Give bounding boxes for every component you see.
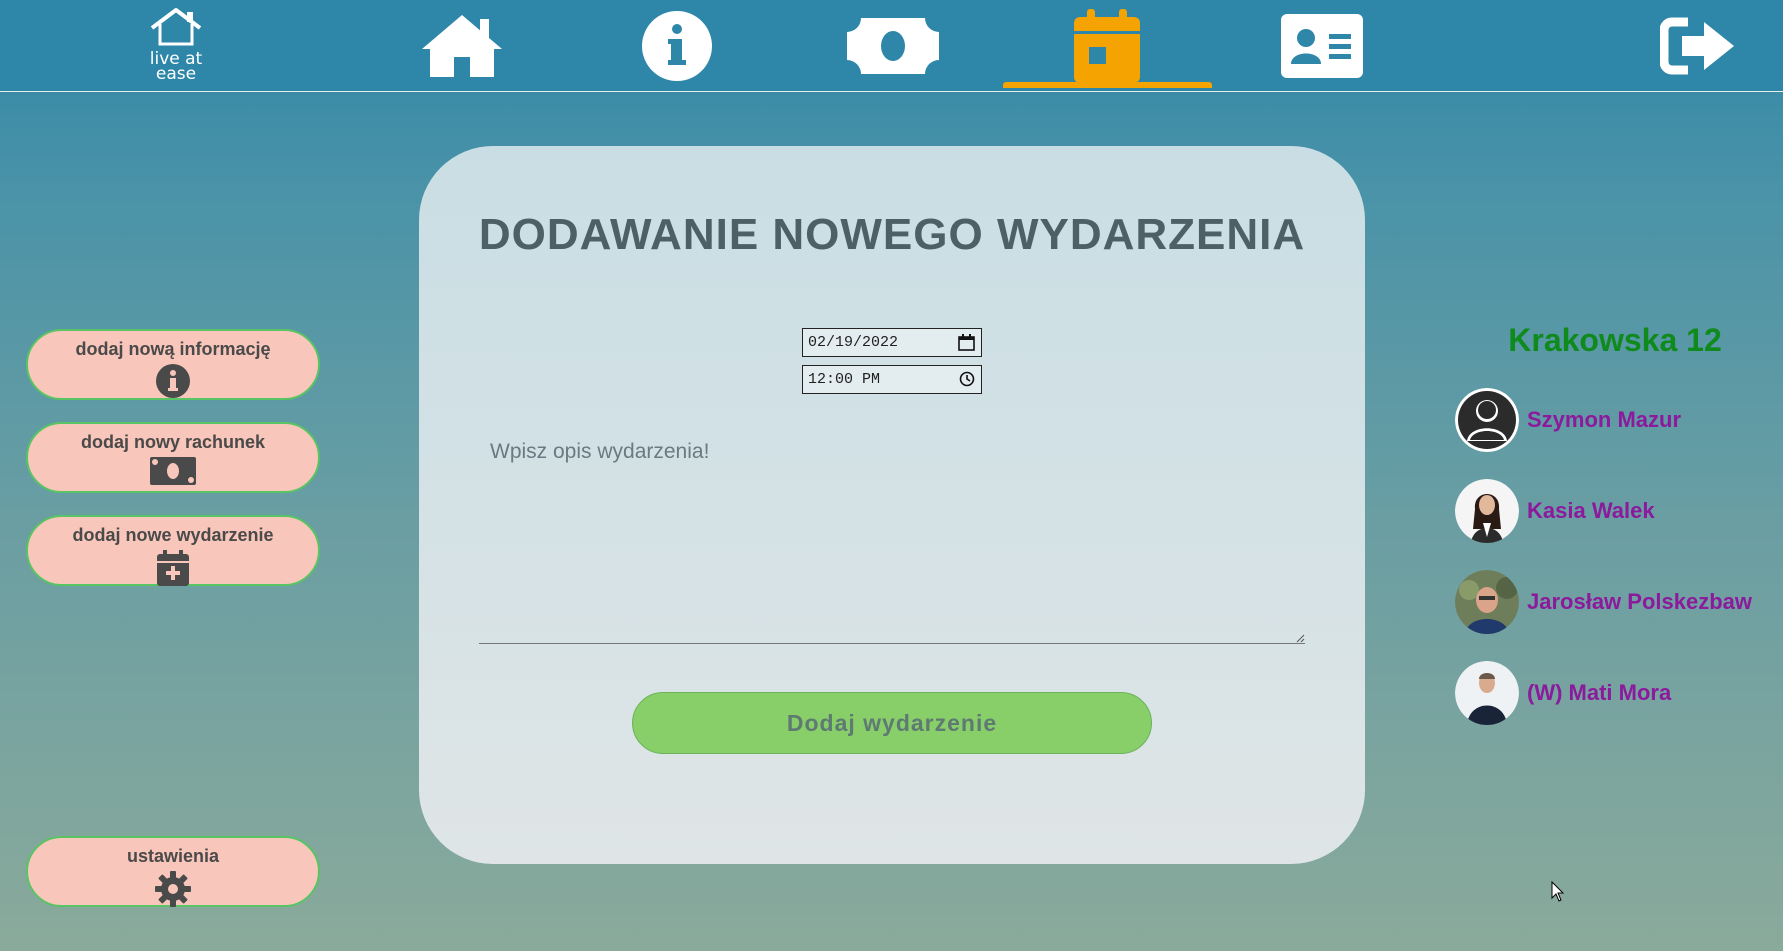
nav-info[interactable]: [641, 6, 713, 86]
house-logo-icon: [150, 8, 202, 46]
member-item[interactable]: Szymon Mazur: [1455, 387, 1775, 453]
add-bill-button[interactable]: dodaj nowy rachunek: [26, 422, 320, 493]
member-photo-avatar: [1455, 661, 1519, 725]
mouse-cursor-icon: [1551, 881, 1565, 902]
time-input[interactable]: 12:00 PM: [802, 365, 982, 394]
member-name: Szymon Mazur: [1527, 407, 1682, 432]
default-avatar-icon: [1455, 388, 1519, 452]
nav-logout[interactable]: [1660, 6, 1736, 86]
app-logo[interactable]: live at ease: [140, 6, 212, 84]
settings-label: ustawienia: [126, 846, 220, 866]
clock-icon[interactable]: [959, 371, 975, 387]
add-bill-label: dodaj nowy rachunek: [80, 432, 266, 452]
time-value: 12:00 PM: [808, 371, 881, 388]
money-bill-icon: [150, 457, 196, 485]
member-item[interactable]: Jarosław Polskezbaw: [1455, 569, 1775, 635]
info-circle-icon: [156, 364, 190, 398]
add-info-button[interactable]: dodaj nową informację: [26, 329, 320, 400]
id-card-icon: [1281, 14, 1363, 78]
member-photo-avatar: [1455, 570, 1519, 634]
resize-handle-icon[interactable]: [1295, 633, 1305, 643]
household-address: Krakowska 12: [1508, 322, 1722, 358]
top-navigation: live at ease: [0, 0, 1783, 92]
calendar-picker-icon[interactable]: [958, 334, 975, 351]
home-icon: [422, 15, 502, 77]
money-bill-icon: [847, 18, 939, 74]
member-name: Jarosław Polskezbaw: [1527, 589, 1752, 614]
nav-events[interactable]: [1074, 6, 1140, 86]
description-placeholder: Wpisz opis wydarzenia!: [490, 440, 710, 463]
date-value: 02/19/2022: [808, 334, 899, 351]
nav-profile[interactable]: [1281, 6, 1363, 86]
add-event-card: DODAWANIE NOWEGO WYDARZENIA 02/19/2022 1…: [419, 146, 1365, 864]
page-title: DODAWANIE NOWEGO WYDARZENIA: [478, 210, 1306, 259]
calendar-plus-icon: [157, 550, 189, 586]
info-circle-icon: [642, 11, 712, 81]
member-item[interactable]: Kasia Walek: [1455, 478, 1775, 544]
add-event-button[interactable]: dodaj nowe wydarzenie: [26, 515, 320, 586]
nav-home[interactable]: [420, 6, 504, 86]
date-input[interactable]: 02/19/2022: [802, 328, 982, 357]
event-description-textarea[interactable]: Wpisz opis wydarzenia!: [479, 430, 1305, 644]
add-event-submit-button[interactable]: Dodaj wydarzenie: [632, 692, 1152, 754]
member-photo-avatar: [1455, 479, 1519, 543]
member-name: Kasia Walek: [1527, 498, 1655, 523]
member-name: (W) Mati Mora: [1527, 680, 1672, 705]
member-item[interactable]: (W) Mati Mora: [1455, 660, 1775, 726]
nav-bills[interactable]: [847, 6, 939, 86]
add-info-label: dodaj nową informację: [75, 339, 271, 359]
settings-button[interactable]: ustawienia: [26, 836, 320, 907]
sign-out-icon: [1660, 17, 1734, 75]
add-event-label: dodaj nowe wydarzenie: [72, 525, 274, 545]
active-tab-indicator: [1003, 82, 1212, 88]
gear-icon: [155, 871, 191, 907]
calendar-icon: [1074, 9, 1140, 83]
